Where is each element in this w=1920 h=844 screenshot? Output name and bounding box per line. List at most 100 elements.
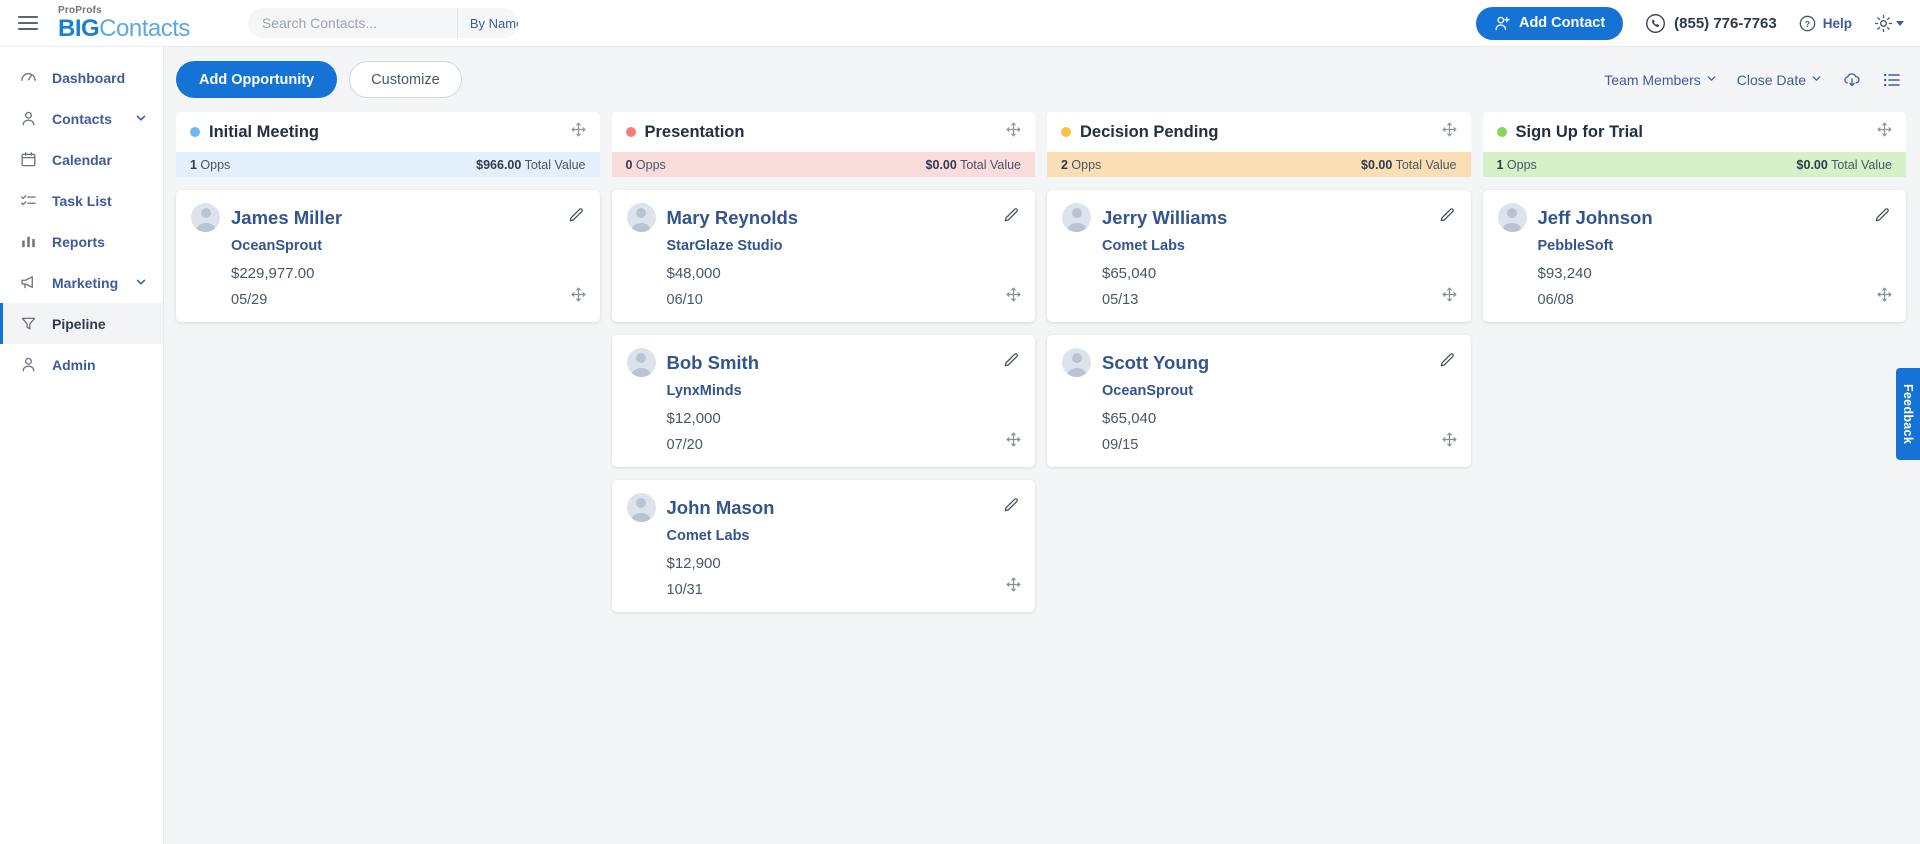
close-date-value: 07/20	[666, 437, 703, 453]
sidebar-item-label: Admin	[52, 356, 96, 373]
stage-color-dot	[625, 127, 636, 137]
drag-handle-icon[interactable]	[1877, 287, 1892, 307]
opps-count: 1 Opps	[190, 157, 231, 172]
sidebar-item-task-list[interactable]: Task List	[0, 180, 163, 221]
drag-handle-icon[interactable]	[1442, 432, 1457, 452]
column-drag-handle-icon[interactable]	[1006, 122, 1021, 142]
card-header: Jerry Williams	[1062, 203, 1456, 232]
chevron-down-icon	[135, 275, 147, 291]
drag-handle-icon[interactable]	[1006, 287, 1021, 307]
sidebar-item-marketing[interactable]: Marketing	[0, 262, 163, 303]
person-icon	[19, 110, 38, 127]
column-header: Sign Up for Trial	[1482, 112, 1906, 152]
column-cards: James Miller OceanSprout $229,977.00 05/29	[176, 177, 600, 322]
total-value: $966.00 Total Value	[476, 157, 586, 172]
opportunity-card[interactable]: Jerry Williams Comet Labs $65,040 05/13	[1047, 190, 1471, 322]
sidebar-item-dashboard[interactable]: Dashboard	[0, 57, 163, 98]
edit-pencil-icon[interactable]	[1003, 207, 1020, 229]
stage-color-dot	[1061, 127, 1071, 137]
toolbar-filters: Team Members Close Date	[1604, 70, 1902, 90]
close-date-label: Close Date	[1736, 71, 1806, 88]
edit-pencil-icon[interactable]	[1439, 207, 1456, 229]
company-name[interactable]: OceanSprout	[1102, 383, 1456, 399]
total-value: $0.00 Total Value	[925, 157, 1021, 172]
column-stats: 0 Opps $0.00 Total Value	[611, 152, 1035, 177]
sidebar-item-admin[interactable]: Admin	[0, 344, 163, 385]
brand-logo[interactable]: ProProfs BIGContacts	[58, 5, 190, 42]
sidebar: Dashboard Contacts Calendar Task List Re…	[0, 47, 164, 844]
avatar	[1062, 203, 1091, 232]
gear-icon	[1874, 14, 1893, 32]
sidebar-item-label: Dashboard	[52, 69, 126, 86]
chevron-down-icon	[1896, 20, 1904, 26]
team-members-dropdown[interactable]: Team Members	[1604, 72, 1716, 88]
sidebar-item-label: Contacts	[52, 110, 112, 127]
sidebar-item-pipeline[interactable]: Pipeline	[0, 303, 163, 344]
help-link[interactable]: ? Help	[1799, 15, 1852, 32]
opportunity-card[interactable]: Jeff Johnson PebbleSoft $93,240 06/08	[1482, 190, 1906, 322]
export-download-button[interactable]	[1842, 70, 1862, 90]
checklist-icon	[19, 192, 38, 209]
list-view-button[interactable]	[1882, 70, 1902, 90]
opps-count: 0 Opps	[625, 157, 666, 172]
person-icon	[19, 356, 38, 373]
company-name[interactable]: Comet Labs	[667, 528, 1021, 544]
contact-name: Jerry Williams	[1102, 206, 1228, 228]
edit-pencil-icon[interactable]	[1003, 497, 1020, 519]
edit-pencil-icon[interactable]	[1003, 352, 1020, 374]
drag-handle-icon[interactable]	[1006, 432, 1021, 452]
edit-pencil-icon[interactable]	[568, 207, 585, 229]
search-bar: By Name	[247, 8, 518, 38]
company-name[interactable]: PebbleSoft	[1538, 238, 1892, 254]
search-by-label: By Name	[469, 15, 518, 31]
pipeline-toolbar: Add Opportunity Customize Team Members C…	[164, 47, 1920, 112]
top-bar: ProProfs BIGContacts By Name Add Contact	[0, 0, 1920, 47]
edit-pencil-icon[interactable]	[1874, 207, 1891, 229]
total-value: $0.00 Total Value	[1796, 157, 1892, 172]
search-input[interactable]	[247, 15, 457, 31]
drag-handle-icon[interactable]	[571, 287, 586, 307]
company-name[interactable]: StarGlaze Studio	[667, 238, 1021, 254]
contact-name: Scott Young	[1102, 351, 1210, 373]
company-name[interactable]: OceanSprout	[231, 238, 585, 254]
phone-number[interactable]: (855) 776-7763	[1645, 13, 1777, 34]
avatar	[626, 203, 656, 232]
edit-pencil-icon[interactable]	[1439, 352, 1456, 374]
cloud-download-icon	[1844, 72, 1860, 86]
card-header: James Miller	[191, 203, 585, 232]
drag-handle-icon[interactable]	[1006, 577, 1021, 597]
column-drag-handle-icon[interactable]	[1442, 122, 1457, 142]
add-opportunity-button[interactable]: Add Opportunity	[176, 61, 338, 98]
sidebar-item-calendar[interactable]: Calendar	[0, 139, 163, 180]
column-drag-handle-icon[interactable]	[1877, 122, 1892, 142]
settings-menu[interactable]	[1874, 14, 1904, 33]
sidebar-item-label: Calendar	[52, 151, 112, 168]
customize-button[interactable]: Customize	[349, 61, 462, 98]
sidebar-item-contacts[interactable]: Contacts	[0, 98, 163, 139]
avatar	[191, 203, 220, 232]
team-members-label: Team Members	[1604, 71, 1701, 88]
drag-handle-icon[interactable]	[1442, 287, 1457, 307]
column-stats: 2 Opps $0.00 Total Value	[1047, 152, 1471, 177]
opportunity-amount: $65,040	[1102, 410, 1157, 427]
hamburger-menu-icon[interactable]	[0, 16, 56, 30]
company-name[interactable]: Comet Labs	[1102, 238, 1456, 254]
help-circle-icon: ?	[1799, 15, 1816, 31]
opportunity-card[interactable]: John Mason Comet Labs $12,900 10/31	[611, 480, 1035, 612]
sidebar-item-label: Task List	[52, 192, 112, 209]
feedback-tab[interactable]: Feedback	[1896, 368, 1920, 461]
add-contact-button[interactable]: Add Contact	[1475, 6, 1624, 40]
opportunity-card[interactable]: James Miller OceanSprout $229,977.00 05/29	[176, 190, 600, 322]
close-date-value: 09/15	[1102, 437, 1139, 453]
sidebar-item-reports[interactable]: Reports	[0, 221, 163, 262]
company-name[interactable]: LynxMinds	[667, 383, 1021, 399]
opportunity-card[interactable]: Scott Young OceanSprout $65,040 09/15	[1047, 335, 1471, 467]
search-by-dropdown[interactable]: By Name	[456, 8, 518, 38]
opportunity-card[interactable]: Mary Reynolds StarGlaze Studio $48,000 06/1…	[611, 190, 1035, 322]
stage-color-dot	[1496, 127, 1507, 137]
close-date-dropdown[interactable]: Close Date	[1737, 72, 1822, 88]
brand-bigcontacts-text: BIGContacts	[58, 14, 190, 42]
column-drag-handle-icon[interactable]	[571, 122, 586, 142]
column-title: Initial Meeting	[209, 122, 320, 141]
opportunity-card[interactable]: Bob Smith LynxMinds $12,000 07/20	[611, 335, 1035, 467]
